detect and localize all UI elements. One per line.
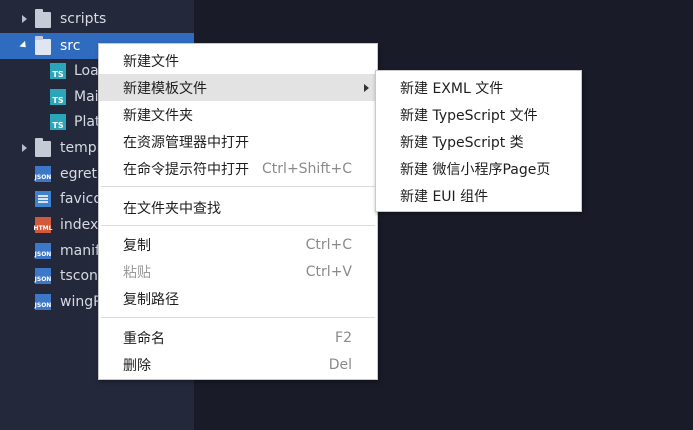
menu-item-find-in-folder[interactable]: 在文件夹中查找 — [99, 194, 377, 221]
html-file-icon: HTML — [34, 217, 52, 233]
chevron-right-icon[interactable] — [22, 144, 27, 152]
submenu-item-label: 新建 微信小程序Page页 — [400, 161, 551, 178]
tree-item-label: templ — [60, 140, 101, 156]
tree-item-label: egretl — [60, 166, 101, 182]
menu-item-open-in-command-prompt[interactable]: 在命令提示符中打开 Ctrl+Shift+C — [99, 155, 377, 182]
menu-item-label: 新建文件 — [123, 53, 179, 70]
menu-item-label: 删除 — [123, 357, 151, 374]
template-submenu: 新建 EXML 文件 新建 TypeScript 文件 新建 TypeScrip… — [375, 70, 582, 212]
submenu-arrow-icon — [364, 84, 369, 92]
menu-item-new-folder[interactable]: 新建文件夹 — [99, 101, 377, 128]
menu-divider — [101, 186, 375, 187]
submenu-item-new-exml[interactable]: 新建 EXML 文件 — [376, 74, 581, 101]
submenu-item-label: 新建 EXML 文件 — [400, 80, 504, 97]
menu-item-label: 复制路径 — [123, 291, 179, 308]
text-file-icon — [35, 191, 51, 207]
menu-item-label: 在资源管理器中打开 — [123, 134, 249, 151]
tree-item-label: index. — [60, 217, 103, 233]
folder-icon — [35, 138, 51, 157]
submenu-item-new-wechat-page[interactable]: 新建 微信小程序Page页 — [376, 155, 581, 182]
typescript-file-icon: TS — [50, 114, 66, 130]
shortcut-label: Ctrl+C — [305, 236, 352, 253]
typescript-file-icon: TS — [50, 63, 66, 79]
chevron-down-icon[interactable] — [19, 40, 29, 51]
tree-item-label: scripts — [60, 11, 107, 27]
menu-item-rename[interactable]: 重命名 F2 — [99, 324, 377, 351]
menu-item-label: 新建模板文件 — [123, 80, 207, 97]
folder-open-icon — [35, 36, 51, 55]
tree-item-label: Mai — [74, 89, 99, 105]
shortcut-label: F2 — [335, 329, 352, 346]
submenu-item-new-typescript-class[interactable]: 新建 TypeScript 类 — [376, 128, 581, 155]
tree-item-label: Plat — [74, 114, 101, 130]
menu-item-label: 重命名 — [123, 330, 165, 347]
tree-item-label: wingP — [60, 294, 102, 310]
submenu-item-label: 新建 TypeScript 文件 — [400, 107, 538, 124]
menu-item-label: 在命令提示符中打开 — [123, 161, 249, 178]
submenu-item-label: 新建 EUI 组件 — [400, 188, 489, 205]
menu-item-new-file[interactable]: 新建文件 — [99, 47, 377, 74]
shortcut-label: Ctrl+Shift+C — [262, 160, 352, 177]
json-file-icon: JSON — [35, 294, 51, 310]
shortcut-label: Del — [328, 356, 352, 373]
menu-item-open-in-explorer[interactable]: 在资源管理器中打开 — [99, 128, 377, 155]
tree-item-label: Loa — [74, 63, 99, 79]
menu-divider — [101, 225, 375, 226]
submenu-item-label: 新建 TypeScript 类 — [400, 134, 524, 151]
json-file-icon: JSON — [35, 243, 51, 259]
menu-divider — [101, 317, 375, 318]
menu-item-label: 粘贴 — [123, 264, 151, 281]
menu-item-copy[interactable]: 复制 Ctrl+C — [99, 231, 377, 258]
tree-item-scripts[interactable]: scripts — [0, 6, 194, 32]
menu-item-paste[interactable]: 粘贴 Ctrl+V — [99, 258, 377, 285]
json-file-icon: JSON — [35, 166, 51, 182]
chevron-right-icon[interactable] — [22, 15, 27, 23]
context-menu: 新建文件 新建模板文件 新建文件夹 在资源管理器中打开 在命令提示符中打开 Ct… — [98, 43, 378, 380]
folder-icon — [35, 9, 51, 28]
tree-item-label: manif — [60, 243, 100, 259]
menu-item-new-template-file[interactable]: 新建模板文件 — [99, 74, 377, 101]
menu-item-delete[interactable]: 删除 Del — [99, 351, 377, 378]
shortcut-label: Ctrl+V — [305, 263, 352, 280]
submenu-item-new-eui-component[interactable]: 新建 EUI 组件 — [376, 182, 581, 209]
menu-item-label: 复制 — [123, 237, 151, 254]
submenu-item-new-typescript-file[interactable]: 新建 TypeScript 文件 — [376, 101, 581, 128]
json-file-icon: JSON — [35, 268, 51, 284]
menu-item-label: 新建文件夹 — [123, 107, 193, 124]
menu-item-copy-path[interactable]: 复制路径 — [99, 285, 377, 312]
typescript-file-icon: TS — [50, 89, 66, 105]
tree-item-label: src — [60, 38, 81, 54]
menu-item-label: 在文件夹中查找 — [123, 200, 221, 217]
tree-item-label: favico — [60, 191, 102, 207]
tree-item-label: tscont — [60, 268, 104, 284]
